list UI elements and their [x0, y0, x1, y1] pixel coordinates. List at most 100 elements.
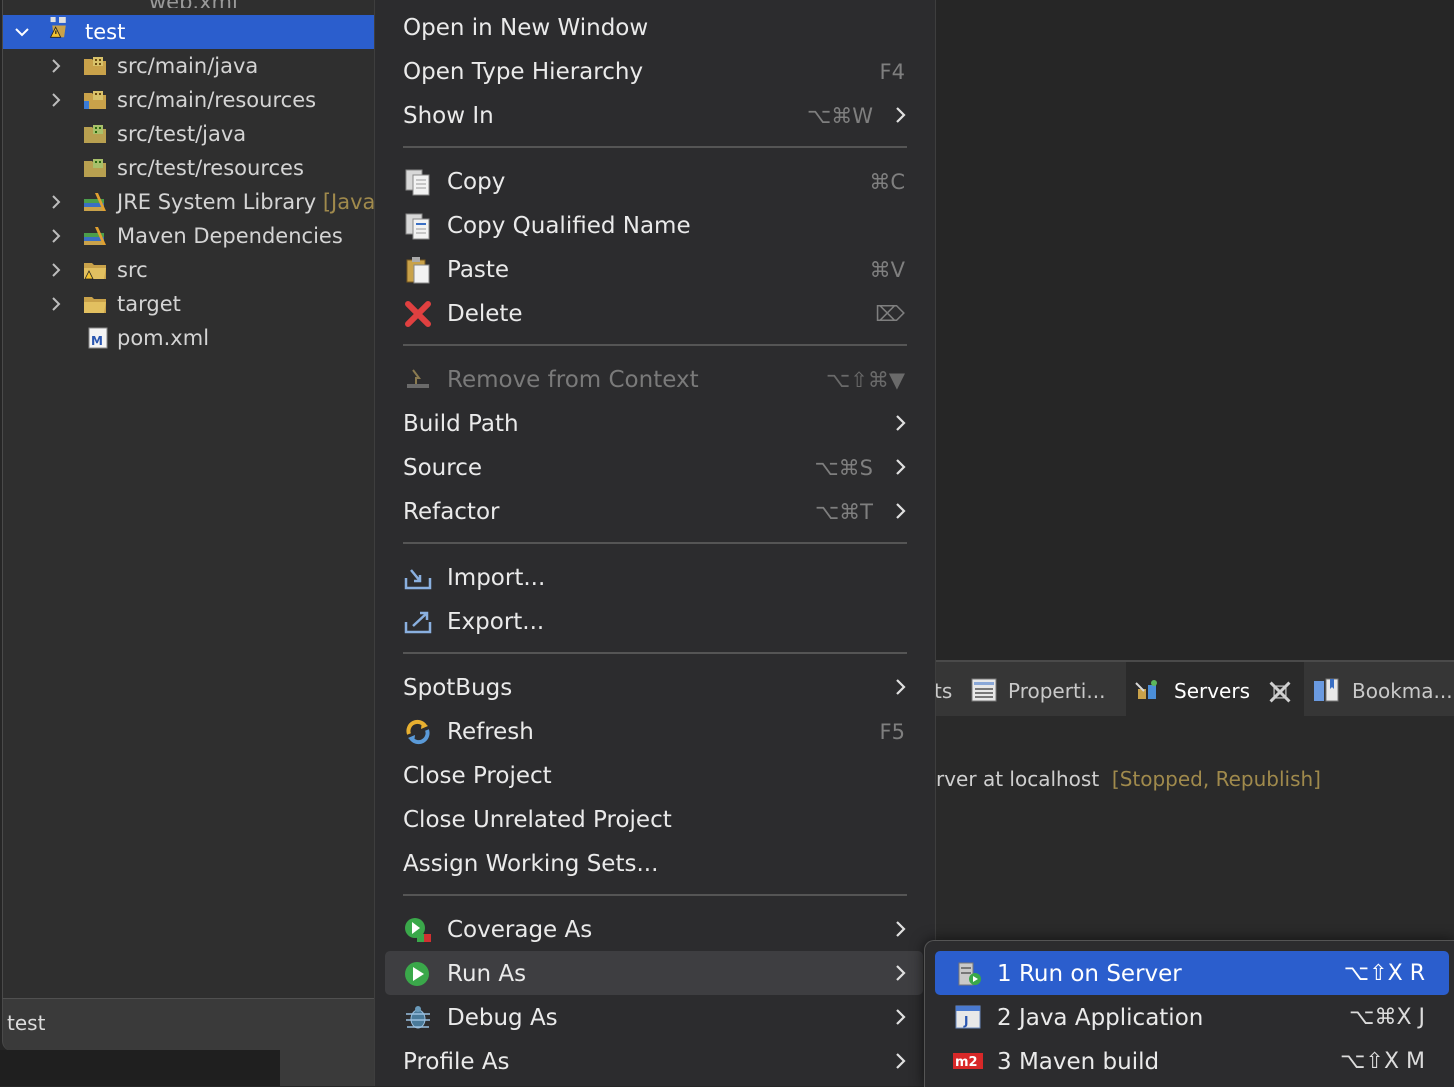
chevron-right-icon[interactable] [47, 295, 65, 313]
shortcut: ⌘V [869, 258, 905, 282]
submenu-item-run-on-server[interactable]: 1 Run on Server ⌥⇧X R [935, 951, 1449, 995]
shortcut: ⌥⇧X M [1340, 1049, 1425, 1074]
menu-item-coverage-as[interactable]: Coverage As [385, 907, 923, 951]
shortcut: ⌥⇧X R [1343, 961, 1425, 986]
menu-item-profile-as[interactable]: Profile As [385, 1039, 923, 1083]
tree-item-project-test[interactable]: test [3, 15, 375, 49]
menu-item-source[interactable]: Source ⌥⌘S [385, 445, 923, 489]
shortcut: F5 [879, 720, 905, 744]
menu-item-assign-working-sets[interactable]: Assign Working Sets... [385, 841, 923, 885]
chevron-right-icon [891, 919, 911, 939]
shortcut: ⌘C [869, 170, 905, 194]
menu-item-refactor[interactable]: Refactor ⌥⌘T [385, 489, 923, 533]
chevron-down-icon[interactable] [13, 23, 31, 41]
context-menu: Open in New Window Open Type Hierarchy F… [374, 0, 936, 1086]
copy-qualified-name-icon [403, 212, 433, 240]
menu-item-copy-qualified-name[interactable]: Copy Qualified Name [385, 203, 923, 247]
servers-icon [1134, 677, 1162, 703]
chevron-right-icon [891, 105, 911, 125]
tree-item-src-main-java[interactable]: src/main/java [3, 49, 375, 83]
tree-item-pom-xml[interactable]: M pom.xml [3, 321, 375, 355]
shortcut: ⌥⌘S [814, 456, 873, 480]
bottom-panel [0, 1050, 280, 1086]
tree-item-jre-system-library[interactable]: JRE System Library [Java [3, 185, 375, 219]
tree-item-src[interactable]: src [3, 253, 375, 287]
tab-partial[interactable]: ts [934, 662, 964, 718]
chevron-right-icon[interactable] [47, 57, 65, 75]
submenu-item-maven-build[interactable]: m2 3 Maven build ⌥⇧X M [935, 1039, 1449, 1083]
menu-item-close-unrelated-project[interactable]: Close Unrelated Project [385, 797, 923, 841]
tree-item-src-test-java[interactable]: src/test/java [3, 117, 375, 151]
menu-item-open-new-window[interactable]: Open in New Window [385, 5, 923, 49]
tab-bookmarks[interactable]: Bookma... [1308, 662, 1454, 718]
chevron-right-icon [891, 501, 911, 521]
chevron-right-icon[interactable] [47, 261, 65, 279]
menu-item-spotbugs[interactable]: SpotBugs [385, 665, 923, 709]
package-folder-icon [83, 123, 107, 145]
import-icon [403, 564, 433, 592]
tree-item-label: src [117, 258, 148, 282]
coverage-icon [403, 916, 433, 944]
debug-icon [403, 1004, 433, 1032]
menu-item-show-in[interactable]: Show In ⌥⌘W [385, 93, 923, 137]
chevron-right-icon [891, 1051, 911, 1071]
bottom-panel [280, 1050, 374, 1086]
menu-separator [403, 146, 907, 148]
menu-item-build-path[interactable]: Build Path [385, 401, 923, 445]
shortcut: ⌦ [875, 302, 905, 326]
submenu-item-java-application[interactable]: J 2 Java Application ⌥⌘X J [935, 995, 1449, 1039]
tree-item-maven-dependencies[interactable]: Maven Dependencies [3, 219, 375, 253]
menu-item-delete[interactable]: Delete ⌦ [385, 291, 923, 335]
tree-item-label: src/test/java [117, 122, 247, 146]
menu-item-remove-from-context[interactable]: Remove from Context ⌥⇧⌘▼ [385, 357, 923, 401]
folder-icon [83, 293, 107, 315]
tree-item-label: web.xml [119, 0, 238, 8]
shortcut: ⌥⌘T [814, 500, 873, 524]
chevron-right-icon[interactable] [47, 91, 65, 109]
menu-item-import[interactable]: Import... [385, 555, 923, 599]
tab-servers[interactable]: Servers [1126, 662, 1304, 718]
tree-item-label: src/main/resources [117, 88, 317, 112]
server-state: [Stopped, Republish] [1111, 767, 1321, 791]
tab-properties[interactable]: Properti... [968, 662, 1124, 718]
menu-item-paste[interactable]: Paste ⌘V [385, 247, 923, 291]
chevron-right-icon[interactable] [47, 193, 65, 211]
menu-separator [403, 542, 907, 544]
remove-from-context-icon [403, 366, 433, 394]
chevron-right-icon [891, 413, 911, 433]
run-icon [403, 960, 433, 988]
tree-item-target[interactable]: target [3, 287, 375, 321]
tree-item-src-main-resources[interactable]: src/main/resources [3, 83, 375, 117]
chevron-right-icon [891, 963, 911, 983]
menu-item-close-project[interactable]: Close Project [385, 753, 923, 797]
server-entry[interactable]: rver at localhost [Stopped, Republish] [936, 767, 1321, 791]
package-folder-icon [83, 89, 107, 111]
menu-item-copy[interactable]: Copy ⌘C [385, 159, 923, 203]
tree-item-label: JRE System Library [Java [117, 190, 375, 214]
tree-item-label: test [85, 20, 126, 44]
menu-item-run-as[interactable]: Run As [385, 951, 923, 995]
shortcut: F4 [879, 60, 905, 84]
tree-item-web-xml[interactable]: web.xml [119, 0, 238, 8]
menu-separator [403, 894, 907, 896]
tree-item-label: Maven Dependencies [117, 224, 343, 248]
menu-item-debug-as[interactable]: Debug As [385, 995, 923, 1039]
properties-icon [970, 677, 998, 703]
tree-item-label: src/test/resources [117, 156, 304, 180]
package-folder-icon [83, 157, 107, 179]
package-folder-icon [83, 55, 107, 77]
menu-item-refresh[interactable]: Refresh F5 [385, 709, 923, 753]
close-icon[interactable] [1266, 679, 1291, 703]
menu-item-open-type-hierarchy[interactable]: Open Type Hierarchy F4 [385, 49, 923, 93]
svg-text:M: M [91, 334, 103, 348]
shortcut: ⌥⌘W [807, 104, 873, 128]
maven-project-icon [47, 17, 71, 39]
delete-icon [403, 300, 433, 328]
menu-separator [403, 652, 907, 654]
tree-item-label: src/main/java [117, 54, 259, 78]
tree-item-src-test-resources[interactable]: src/test/resources [3, 151, 375, 185]
menu-item-export[interactable]: Export... [385, 599, 923, 643]
chevron-right-icon[interactable] [47, 227, 65, 245]
status-bar: test [2, 998, 375, 1051]
editor-area [934, 0, 1454, 655]
